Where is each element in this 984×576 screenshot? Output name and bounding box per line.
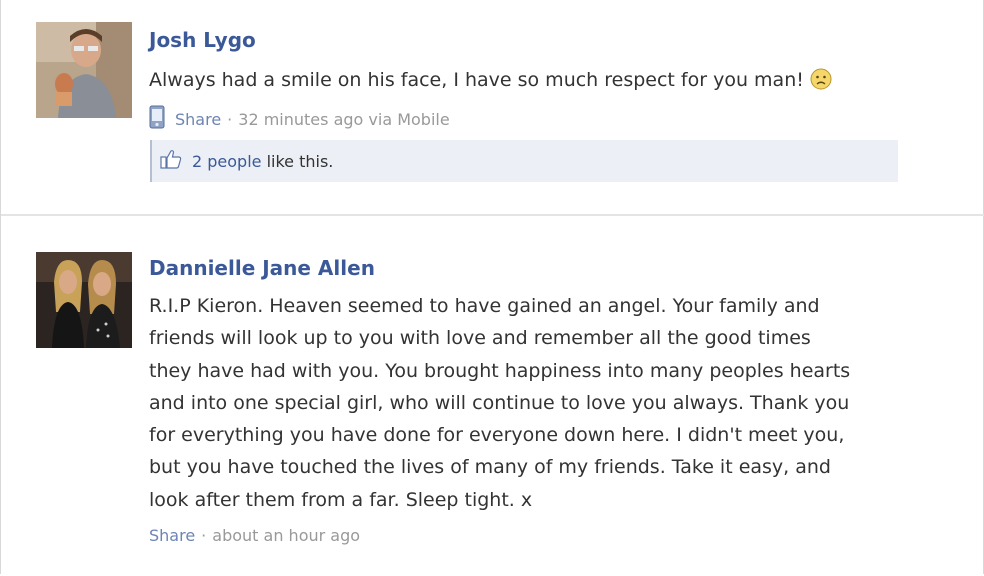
share-link[interactable]: Share: [175, 110, 221, 129]
likes-suffix: like this.: [266, 151, 334, 171]
timestamp[interactable]: 32 minutes ago via Mobile: [238, 110, 449, 129]
profile-photo: [36, 252, 132, 348]
thumbs-up-icon: [160, 149, 182, 173]
avatar[interactable]: [36, 22, 132, 118]
comment-item: Josh Lygo Always had a smile on his face…: [1, 0, 984, 214]
comment-text: R.I.P Kieron. Heaven seemed to have gain…: [149, 295, 851, 511]
mobile-phone-icon: [149, 105, 165, 133]
avatar[interactable]: [36, 252, 132, 348]
comment-thread: Josh Lygo Always had a smile on his face…: [0, 0, 984, 574]
meta-separator: ·: [201, 526, 207, 545]
comment-meta: Share · 32 minutes ago via Mobile: [149, 105, 450, 133]
author-name[interactable]: Josh Lygo: [149, 28, 256, 52]
meta-separator: ·: [227, 109, 233, 129]
profile-photo: [36, 22, 132, 118]
share-link[interactable]: Share: [149, 526, 195, 545]
comment-body: Always had a smile on his face, I have s…: [149, 69, 804, 91]
comment-meta: Share · about an hour ago: [149, 526, 360, 545]
author-name[interactable]: Dannielle Jane Allen: [149, 256, 375, 280]
likes-bar: 2 people like this.: [150, 140, 898, 182]
comment-text: Always had a smile on his face, I have s…: [149, 64, 949, 100]
timestamp[interactable]: about an hour ago: [212, 526, 360, 545]
comment-item: Dannielle Jane Allen R.I.P Kieron. Heave…: [1, 216, 984, 576]
sad-face-icon: [810, 68, 832, 100]
likes-text: 2 people like this.: [192, 152, 333, 171]
likes-count-link[interactable]: 2 people: [192, 152, 262, 171]
